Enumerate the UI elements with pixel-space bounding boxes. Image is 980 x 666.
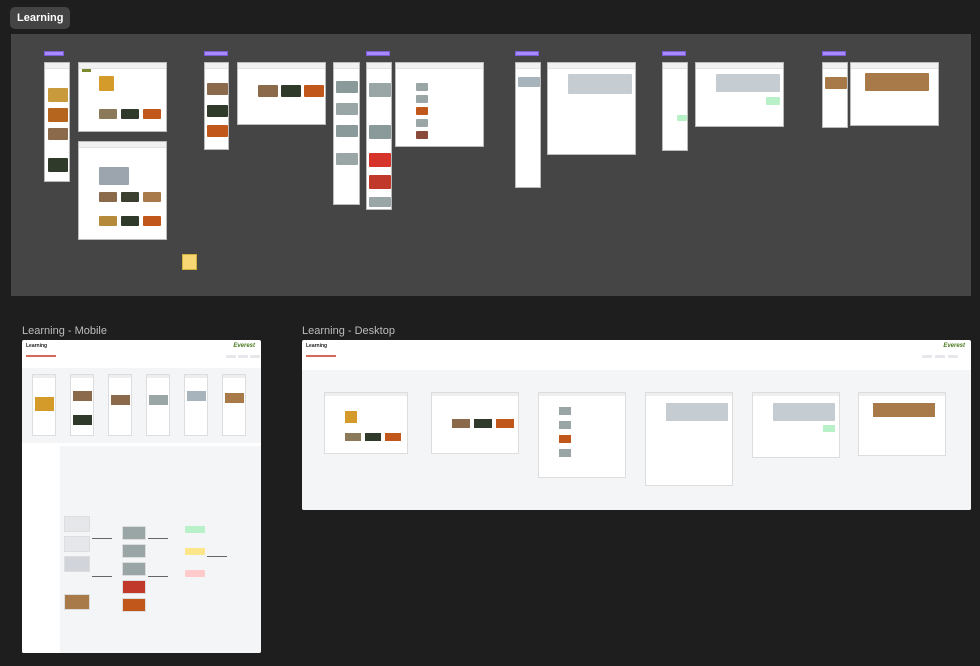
flow-connector <box>148 576 168 577</box>
board-chip <box>935 355 945 358</box>
wireframe-desktop-list[interactable] <box>395 62 484 147</box>
board-chip <box>922 355 932 358</box>
board-note <box>306 355 336 357</box>
wireframe-mobile-collection[interactable] <box>44 62 70 182</box>
flow-connector <box>207 556 227 557</box>
board-canvas-components <box>22 446 261 653</box>
wireframe-mobile-list-2[interactable] <box>366 62 392 210</box>
wireframe-desktop-learning[interactable] <box>78 141 167 240</box>
stat-green <box>185 526 205 533</box>
frame-tag <box>44 51 64 56</box>
flow-connector <box>92 538 112 539</box>
wireframe-desktop-course-detail[interactable] <box>547 62 636 155</box>
wireframe-mobile-courses[interactable] <box>204 62 229 150</box>
board-note <box>26 355 56 357</box>
wireframe-section <box>11 34 971 296</box>
wireframe-mobile-course-detail[interactable] <box>515 62 541 188</box>
board-chip <box>250 355 260 358</box>
components-sidebar <box>22 446 60 653</box>
board-heading: Learning <box>306 343 328 349</box>
board-chip <box>226 355 236 358</box>
board-learning-desktop[interactable]: Learning Everest <box>302 340 971 510</box>
frame-tag <box>515 51 539 56</box>
page-tab-learning[interactable]: Learning <box>10 7 71 29</box>
sticky-note[interactable] <box>182 254 197 270</box>
board-chip <box>948 355 958 358</box>
board-heading: Learning <box>26 343 48 349</box>
board-canvas-desktop-screens <box>302 370 971 510</box>
flow-connector <box>92 576 112 577</box>
board-learning-mobile[interactable]: Learning Everest <box>22 340 261 653</box>
brand-logo: Everest <box>943 343 965 349</box>
wireframe-mobile-progress[interactable] <box>662 62 688 151</box>
stat-red <box>185 570 205 577</box>
board-canvas-screens <box>22 368 261 443</box>
frame-tag <box>662 51 686 56</box>
brand-logo: Everest <box>233 343 255 349</box>
wireframe-desktop-progress[interactable] <box>695 62 784 127</box>
board-title-mobile: Learning - Mobile <box>22 325 107 337</box>
flow-connector <box>148 538 168 539</box>
frame-tag <box>204 51 228 56</box>
board-chip <box>238 355 248 358</box>
wireframe-desktop-collection[interactable] <box>78 62 167 132</box>
wireframe-desktop-courses[interactable] <box>237 62 326 125</box>
board-title-desktop: Learning - Desktop <box>302 325 395 337</box>
stat-yellow <box>185 548 205 555</box>
wireframe-desktop-media[interactable] <box>850 62 939 126</box>
frame-tag <box>822 51 846 56</box>
wireframe-mobile-media[interactable] <box>822 62 848 128</box>
frame-tag <box>366 51 390 56</box>
wireframe-mobile-list[interactable] <box>333 62 360 205</box>
